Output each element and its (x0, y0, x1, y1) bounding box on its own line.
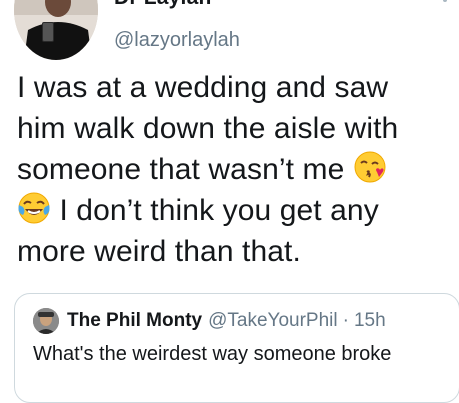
quoted-tweet-time: 15h (353, 310, 386, 331)
face-blowing-kiss-icon (353, 150, 387, 184)
tweet-text: I was at a wedding and saw him walk down… (17, 67, 453, 272)
more-vertical-icon[interactable] (437, 0, 453, 18)
tweet-line-text: I don’t think you get any (59, 194, 379, 227)
tweet-line: I was at a wedding and saw (17, 67, 453, 108)
tweet-line-text: someone that wasn’t me (17, 153, 345, 186)
quoted-tweet-text: What's the weirdest way someone broke (33, 343, 392, 365)
tweet-line: more weird than that. (17, 231, 453, 272)
quoted-tweet-card[interactable]: The Phil Monty @TakeYourPhil · 15h What'… (14, 293, 459, 403)
quoted-author-handle: @TakeYourPhil (208, 310, 338, 331)
face-with-tears-of-joy-icon (17, 191, 51, 225)
author-avatar[interactable] (14, 0, 98, 60)
tweet-line-text: more weird than that. (17, 235, 301, 268)
author-handle[interactable]: @lazyorlaylah (114, 29, 240, 52)
tweet-line: someone that wasn’t me (17, 149, 453, 190)
tweet-line: I don’t think you get any (17, 190, 453, 231)
quoted-author-avatar (33, 308, 59, 334)
tweet-line: him walk down the aisle with (17, 108, 453, 149)
tweet: Dr Laylah @lazyorlaylah I was at a weddi… (0, 0, 459, 403)
tweet-line-text: I was at a wedding and saw (17, 71, 389, 104)
tweet-line-text: him walk down the aisle with (17, 112, 399, 145)
author-name[interactable]: Dr Laylah (114, 0, 212, 10)
separator-dot: · (342, 310, 349, 331)
quoted-author-name: The Phil Monty (67, 310, 203, 331)
quoted-tweet-header: The Phil Monty @TakeYourPhil · 15h (33, 308, 386, 334)
